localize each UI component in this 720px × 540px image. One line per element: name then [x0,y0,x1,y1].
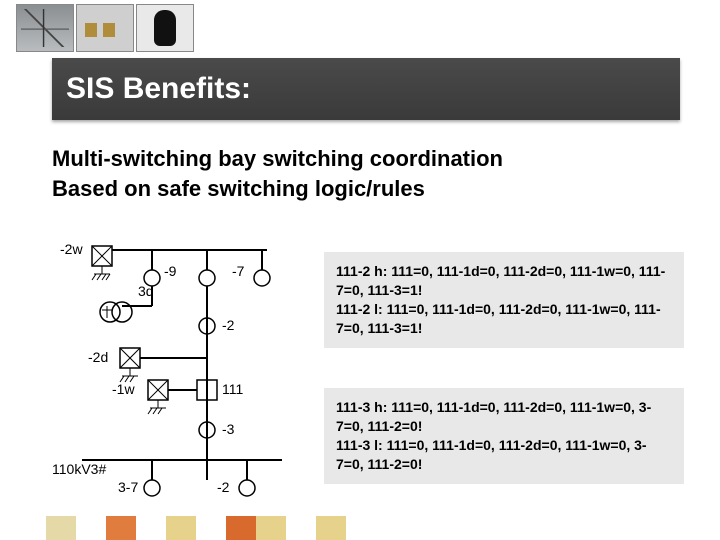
subtitle-line-2: Based on safe switching logic/rules [52,176,680,202]
logic-rules-box-1: 111-2 h: 111=0, 111-1d=0, 111-2d=0, 111-… [324,252,684,348]
lbl-top-left: -2w [60,241,83,257]
footer-square [196,516,226,540]
footer-square [76,516,106,540]
footer-square [136,516,166,540]
footer-square [256,516,286,540]
lbl-1w: -1w [112,381,135,397]
header-photo-substation [16,4,74,52]
logic1-line2: 111-2 l: 111=0, 111-1d=0, 111-2d=0, 111-… [336,300,672,338]
lbl-111: 111 [222,381,243,397]
logic2-line1: 111-3 h: 111=0, 111-1d=0, 111-2d=0, 111-… [336,398,672,436]
slide-title: SIS Benefits: [66,72,251,106]
subtitle-block: Multi-switching bay switching coordinati… [52,142,680,206]
lbl-3-7: 3-7 [118,479,138,495]
logic2-line2: 111-3 l: 111=0, 111-1d=0, 111-2d=0, 111-… [336,436,672,474]
footer-square [166,516,196,540]
footer-square [226,516,256,540]
footer-square [106,516,136,540]
footer-square [46,516,76,540]
footer-square [286,516,316,540]
logic-rules-box-2: 111-3 h: 111=0, 111-1d=0, 111-2d=0, 111-… [324,388,684,484]
lbl-mid-right: -2 [222,317,235,333]
logic1-line1: 111-2 h: 111=0, 111-1d=0, 111-2d=0, 111-… [336,262,672,300]
footer-square [316,516,346,540]
title-bar: SIS Benefits: [52,58,680,120]
lbl-bus: 110kV3# [52,461,106,477]
header-photo-device [136,4,194,52]
header-photo-padlocks [76,4,134,52]
header-photo-strip [16,4,194,52]
lbl-b2: -2 [217,479,230,495]
single-line-diagram: -2w -9 -7 3d -2 -2d -1w 111 -3 110kV3# 3… [52,230,302,510]
lbl-top-mid: -9 [164,263,177,279]
lbl-top-right: -7 [232,263,245,279]
lbl-3d: 3d [138,283,154,299]
lbl-3: -3 [222,421,235,437]
lbl-2d: -2d [88,349,108,365]
subtitle-line-1: Multi-switching bay switching coordinati… [52,146,680,172]
footer-color-strip [46,516,346,540]
